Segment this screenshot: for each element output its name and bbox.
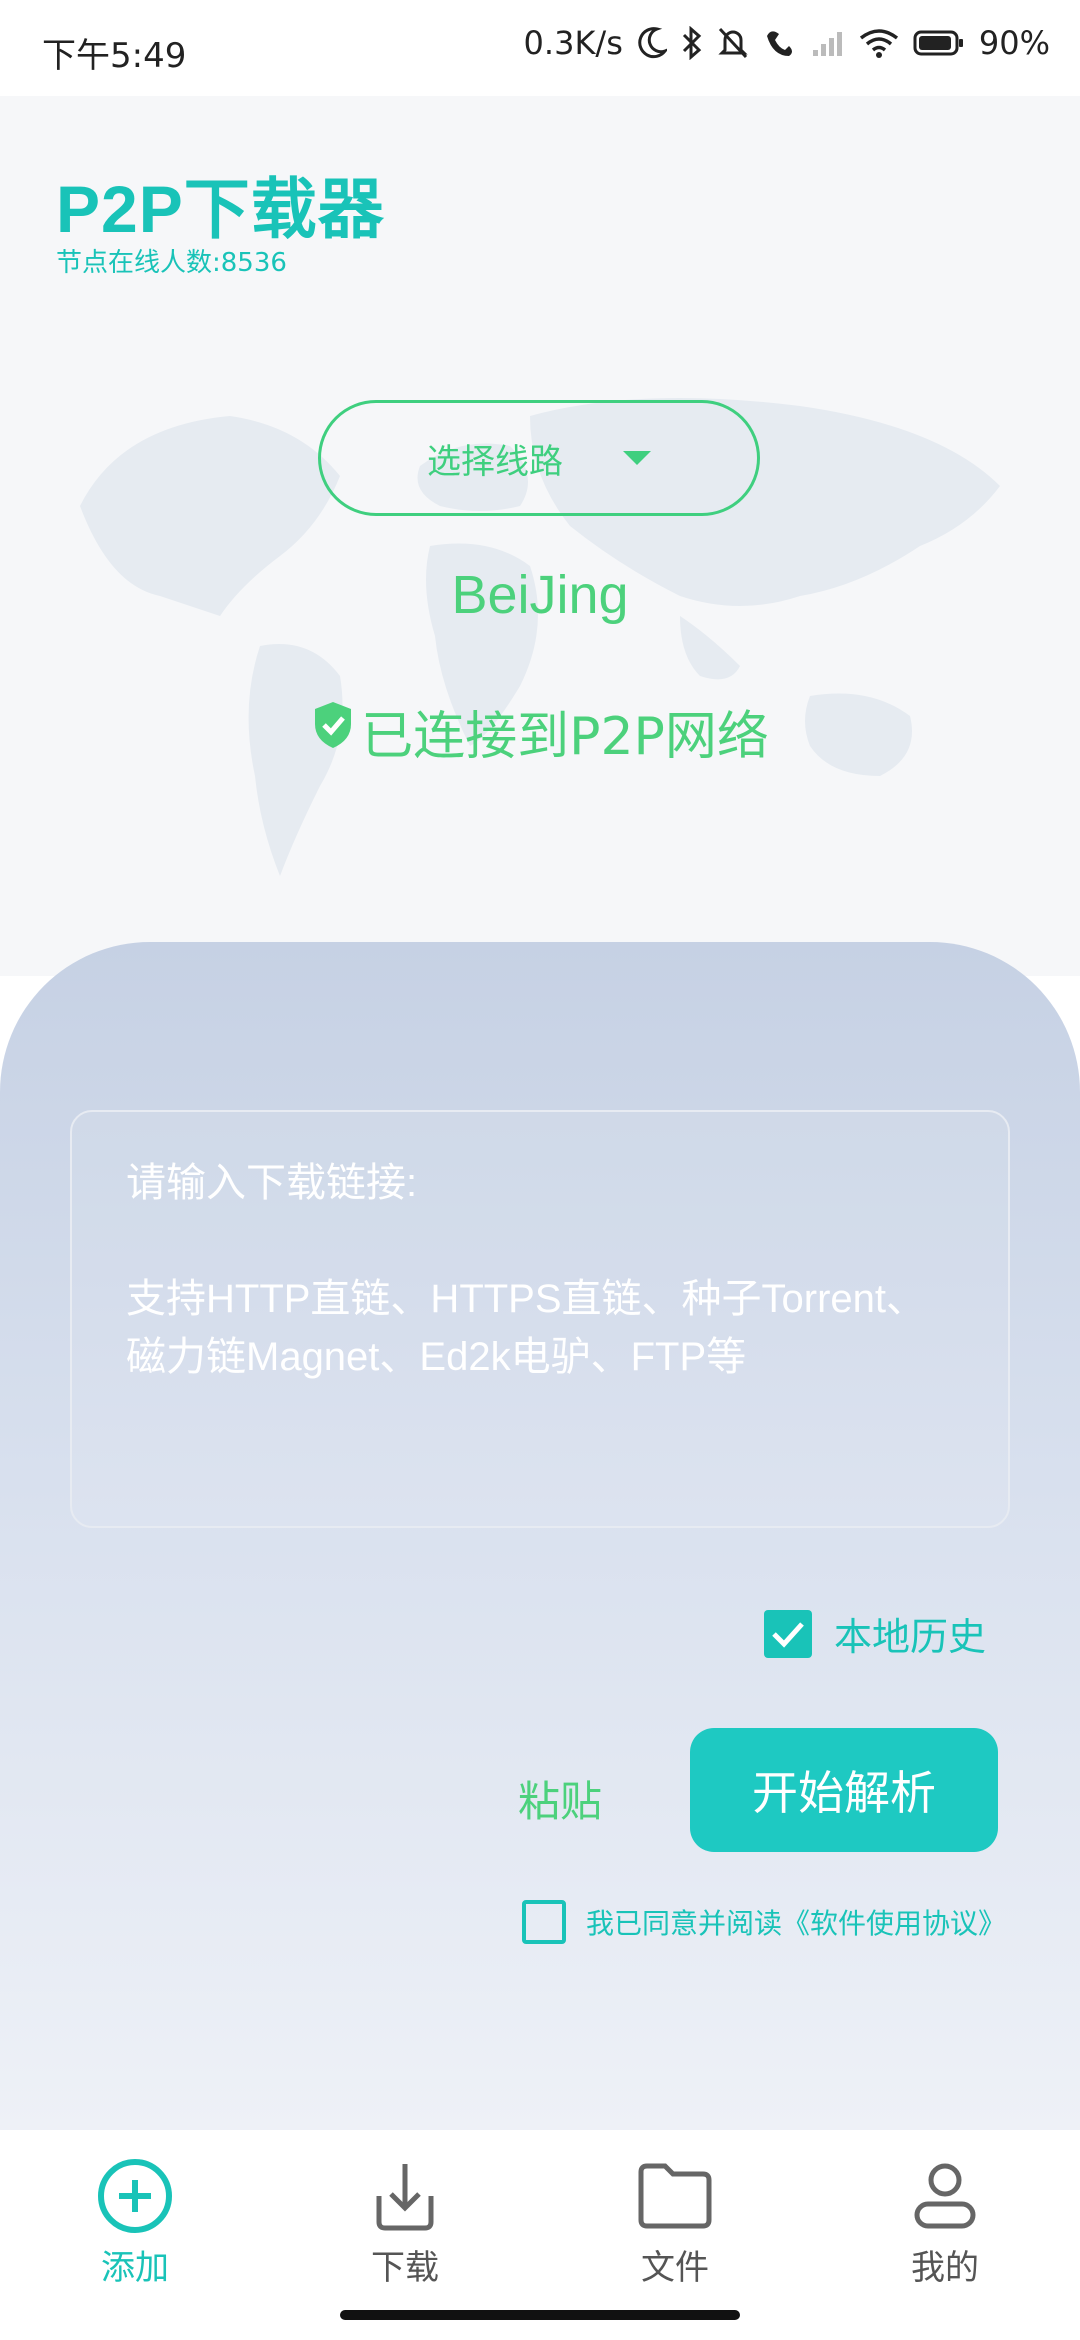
battery-icon [913,29,965,57]
user-icon [914,2163,976,2229]
plus-circle-icon [98,2159,172,2233]
app-title: P2P下载器 [56,172,385,246]
caret-down-icon [623,451,651,465]
top-area: P2P下载器 节点在线人数:8536 选择线路 BeiJing 已连接到P2P网… [0,96,1080,976]
status-time: 下午5:49 [42,36,187,76]
current-city: BeiJing [451,565,629,625]
local-history-option[interactable]: 本地历史 [763,1606,986,1661]
connection-status-text: 已连接到P2P网络 [361,707,769,767]
shield-check-icon [311,700,355,763]
paste-button[interactable]: 粘贴 [518,1768,602,1829]
nav-item-download[interactable]: 下载 [305,2156,505,2289]
route-select-dropdown[interactable]: 选择线路 [318,400,760,516]
download-icon [376,2164,434,2231]
input-placeholder-hint: 支持HTTP直链、HTTPS直链、种子Torrent、磁力链Magnet、Ed2… [126,1277,927,1379]
bottom-nav: 添加 下载 文件 我的 [0,2130,1080,2340]
nav-label-add: 添加 [101,2248,169,2288]
nav-item-files[interactable]: 文件 [575,2156,775,2289]
agreement-label[interactable]: 我已同意并阅读《软件使用协议》 [586,1902,1006,1942]
local-history-label: 本地历史 [833,1615,986,1659]
route-select-label: 选择线路 [427,441,563,482]
input-placeholder-title: 请输入下载链接: [126,1161,418,1205]
moon-icon [637,27,667,59]
check-icon [772,1621,804,1648]
bell-muted-icon [717,26,749,60]
input-card: 请输入下载链接: 支持HTTP直链、HTTPS直链、种子Torrent、磁力链M… [0,942,1080,2130]
wifi-icon [859,28,899,58]
home-indicator[interactable] [340,2310,740,2320]
nav-item-me[interactable]: 我的 [845,2156,1045,2289]
status-icons: 0.3K/s 90% [524,24,1050,62]
folder-icon [638,2163,712,2229]
bluetooth-icon [681,26,703,60]
local-history-checkbox[interactable] [763,1609,812,1658]
node-online-count: 节点在线人数:8536 [56,248,287,278]
nav-label-download: 下载 [371,2248,439,2288]
agreement-option[interactable]: 我已同意并阅读《软件使用协议》 [522,1900,1006,1944]
agreement-checkbox[interactable] [522,1900,566,1944]
nav-label-files: 文件 [641,2248,709,2288]
connection-status: 已连接到P2P网络 [0,694,1080,769]
net-speed: 0.3K/s [523,24,623,62]
nav-label-me: 我的 [911,2248,979,2288]
start-parse-button[interactable]: 开始解析 [690,1728,998,1852]
signal-icon [811,28,845,58]
download-link-input[interactable]: 请输入下载链接: 支持HTTP直链、HTTPS直链、种子Torrent、磁力链M… [70,1110,1010,1528]
battery-level: 90% [978,24,1050,62]
call-off-icon [763,26,797,60]
status-bar: 下午5:49 0.3K/s 90% [0,0,1080,96]
nav-item-add[interactable]: 添加 [35,2156,235,2289]
